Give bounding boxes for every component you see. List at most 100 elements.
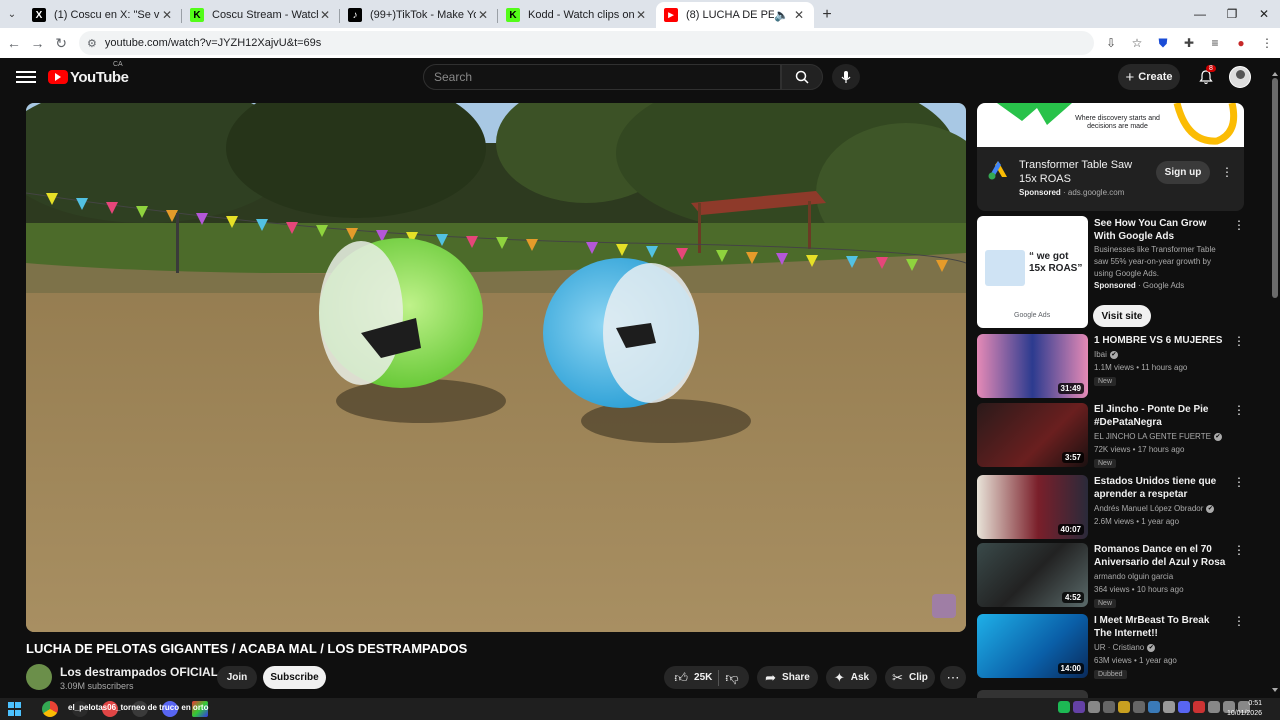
site-info-icon[interactable]: ⚙ <box>87 37 97 50</box>
browser-tab-active[interactable]: ▶ (8) LUCHA DE PELOTAS GIG 🔈 ✕ <box>656 2 814 28</box>
video-title[interactable]: Estados Unidos tiene que aprender a resp… <box>1094 475 1229 501</box>
create-button[interactable]: + Create <box>1118 64 1180 90</box>
ad-more-icon[interactable]: ⋮ <box>1221 165 1233 179</box>
close-window-icon[interactable]: ✕ <box>1248 0 1280 28</box>
video-thumbnail[interactable]: 40:07 <box>977 475 1088 539</box>
channel-name[interactable]: armando olguin garcia <box>1094 572 1173 581</box>
tray-app-icon[interactable] <box>1163 701 1175 713</box>
address-bar[interactable]: ⚙ youtube.com/watch?v=JYZH12XajvU&t=69s <box>78 31 1095 55</box>
tab-audio-icon[interactable]: 🔈 <box>774 8 789 22</box>
browser-menu-icon[interactable]: ⋮ <box>1254 36 1280 50</box>
channel-watermark[interactable] <box>932 594 956 618</box>
tray-app-icon[interactable] <box>1193 701 1205 713</box>
scroll-up-icon[interactable] <box>1272 72 1278 76</box>
clip-button[interactable]: ✂ Clip <box>885 666 935 689</box>
ad-banner-image[interactable]: Where discovery starts and decisions are… <box>977 103 1244 147</box>
tab-close-icon[interactable]: ✕ <box>476 8 490 22</box>
more-actions-button[interactable]: ⋯ <box>940 666 966 689</box>
share-button[interactable]: ➦ Share <box>757 666 818 689</box>
tab-search-dropdown-icon[interactable]: ⌄ <box>0 0 24 28</box>
subscribe-button[interactable]: Subscribe <box>263 666 326 689</box>
ad-more-icon[interactable]: ⋮ <box>1233 218 1245 232</box>
menu-icon[interactable] <box>16 71 36 83</box>
reload-icon[interactable]: ↻ <box>49 35 73 52</box>
list-item[interactable]: 3:57 El Jincho - Ponte De Pie #DePataNeg… <box>977 403 1247 468</box>
video-thumbnail[interactable]: 14:00 <box>977 614 1088 678</box>
video-title[interactable]: El Jincho - Ponte De Pie #DePataNegra <box>1094 403 1229 429</box>
ad-title[interactable]: Transformer Table Saw 15x ROAS <box>1019 158 1144 186</box>
channel-name[interactable]: Ibai <box>1094 350 1107 359</box>
tray-app-icon[interactable] <box>1178 701 1190 713</box>
restore-icon[interactable]: ❐ <box>1216 0 1248 28</box>
browser-tab[interactable]: X (1) Coscu en X: "Se vienen las 1 ✕ <box>24 2 182 28</box>
search-button[interactable] <box>781 64 823 90</box>
thumbs-down-icon[interactable]: 👎︎ <box>725 670 738 686</box>
ask-button[interactable]: ✦ Ask <box>826 666 877 689</box>
tray-app-icon[interactable] <box>1118 701 1130 713</box>
list-item[interactable]: 4:52 Romanos Dance en el 70 Aniversario … <box>977 543 1247 608</box>
browser-tab[interactable]: ♪ (99+)TikTok - Make Your Day ✕ <box>340 2 498 28</box>
ad-title[interactable]: See How You Can Grow With Google Ads <box>1094 217 1224 243</box>
tab-close-icon[interactable]: ✕ <box>792 8 806 22</box>
video-title[interactable]: 1 HOMBRE VS 6 MUJERES <box>1094 334 1229 347</box>
bookmark-star-icon[interactable]: ☆ <box>1124 36 1150 50</box>
channel-name[interactable]: Andrés Manuel López Obrador <box>1094 504 1203 513</box>
profile-icon[interactable]: ● <box>1228 36 1254 50</box>
page-scrollbar[interactable] <box>1270 58 1280 698</box>
video-more-icon[interactable]: ⋮ <box>1233 403 1245 417</box>
next-video-thumbnail-partial[interactable] <box>977 690 1088 698</box>
visit-site-button[interactable]: Visit site <box>1093 305 1151 327</box>
join-button[interactable]: Join <box>217 666 257 689</box>
system-clock[interactable]: 0:51 10/01/2026 <box>1227 699 1262 719</box>
back-icon[interactable]: ← <box>2 35 26 51</box>
video-more-icon[interactable]: ⋮ <box>1233 475 1245 489</box>
windows-start-icon[interactable] <box>8 702 22 716</box>
list-item[interactable]: 31:49 1 HOMBRE VS 6 MUJERES Ibai ✔ 1.1M v… <box>977 334 1247 398</box>
media-control-icon[interactable]: ≡ <box>1202 36 1228 50</box>
search-input[interactable]: Search <box>423 64 781 90</box>
new-tab-icon[interactable]: + <box>814 2 840 28</box>
channel-name[interactable]: Los destrampados OFICIAL <box>60 665 218 679</box>
minimize-icon[interactable]: — <box>1184 0 1216 28</box>
scrollbar-thumb[interactable] <box>1272 78 1278 298</box>
video-more-icon[interactable]: ⋮ <box>1233 334 1245 348</box>
video-title[interactable]: I Meet MrBeast To Break The Internet!! <box>1094 614 1229 640</box>
forward-icon[interactable]: → <box>26 35 50 51</box>
scroll-down-icon[interactable] <box>1272 688 1278 692</box>
tab-close-icon[interactable]: ✕ <box>160 8 174 22</box>
like-count[interactable]: 25K <box>694 672 712 683</box>
video-title[interactable]: Romanos Dance en el 70 Aniversario del A… <box>1094 543 1229 569</box>
tray-app-icon[interactable] <box>1148 701 1160 713</box>
tray-app-icon[interactable] <box>1073 701 1085 713</box>
thumbs-up-icon[interactable]: 👍︎ <box>674 670 688 686</box>
channel-name-row[interactable]: Los destrampados OFICIAL✔ <box>60 665 229 679</box>
ad-card-top[interactable]: Where discovery starts and decisions are… <box>977 103 1244 211</box>
notifications-button[interactable]: 8 <box>1193 64 1219 90</box>
video-thumbnail[interactable]: 4:52 <box>977 543 1088 607</box>
video-more-icon[interactable]: ⋮ <box>1233 543 1245 557</box>
sign-up-button[interactable]: Sign up <box>1156 161 1210 184</box>
tab-close-icon[interactable]: ✕ <box>318 8 332 22</box>
list-item[interactable]: 40:07 Estados Unidos tiene que aprender … <box>977 475 1247 539</box>
browser-tab[interactable]: K Kodd - Watch clips on Kick ✕ <box>498 2 656 28</box>
video-thumbnail[interactable]: 31:49 <box>977 334 1088 398</box>
video-player[interactable] <box>26 103 966 632</box>
network-icon[interactable] <box>1208 701 1220 713</box>
install-app-icon[interactable]: ⇩ <box>1098 36 1124 50</box>
video-thumbnail[interactable]: 3:57 <box>977 403 1088 467</box>
extensions-puzzle-icon[interactable]: ✚ <box>1176 36 1202 50</box>
ad-thumbnail[interactable]: “ we got 15x ROAS” Google Ads <box>977 216 1088 328</box>
tray-app-icon[interactable] <box>1088 701 1100 713</box>
chrome-icon[interactable] <box>42 701 58 717</box>
video-more-icon[interactable]: ⋮ <box>1233 614 1245 628</box>
channel-name[interactable]: UR · Cristiano <box>1094 643 1144 652</box>
shield-extension-icon[interactable]: ⛊ <box>1150 36 1176 51</box>
youtube-logo[interactable]: YouTube CA <box>48 61 129 86</box>
browser-tab[interactable]: K Coscu Stream - Watch Live on K ✕ <box>182 2 340 28</box>
channel-name[interactable]: EL JINCHO LA GENTE FUERTE <box>1094 432 1211 441</box>
tab-close-icon[interactable]: ✕ <box>634 8 648 22</box>
tray-app-icon[interactable] <box>1133 701 1145 713</box>
list-item[interactable]: 14:00 I Meet MrBeast To Break The Intern… <box>977 614 1247 679</box>
account-avatar[interactable] <box>1229 66 1251 88</box>
tray-app-icon[interactable] <box>1103 701 1115 713</box>
